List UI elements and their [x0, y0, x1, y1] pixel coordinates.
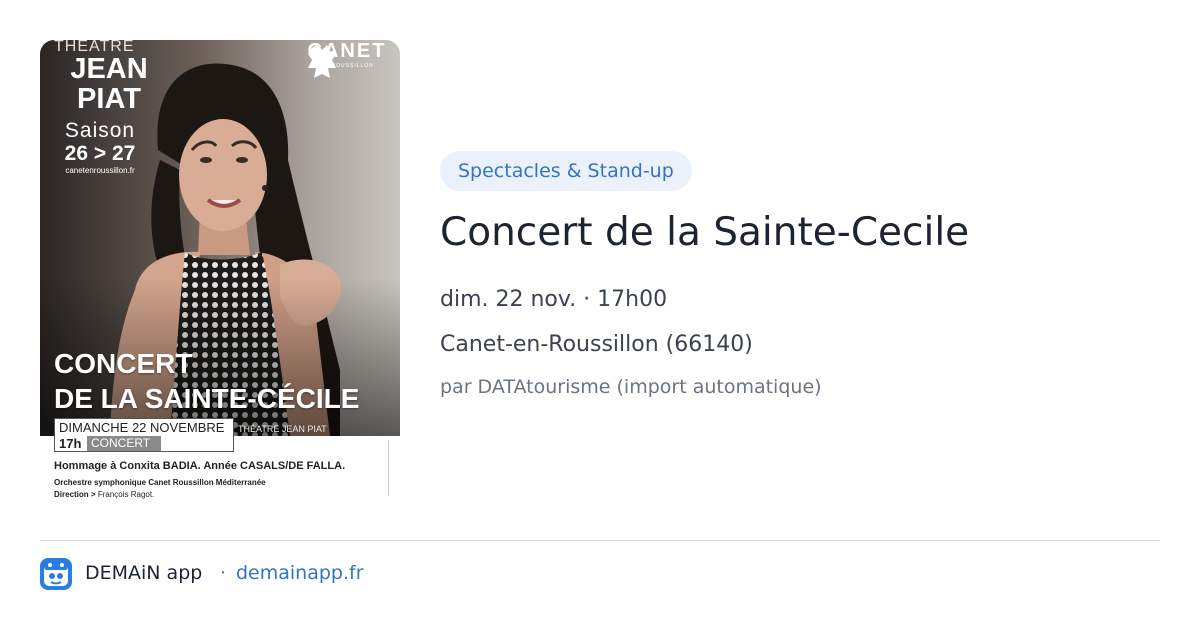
- demain-app-icon: [40, 558, 72, 590]
- poster-concert-tag: CONCERT: [87, 436, 161, 451]
- canet-logo: CANET EN ROUSSILLON: [302, 40, 392, 78]
- footer-separator: ·: [220, 562, 227, 584]
- poster-years: 26 > 27: [64, 142, 136, 165]
- event-title: Concert de la Sainte-Cecile: [440, 210, 970, 255]
- footer-divider: [40, 540, 1160, 541]
- app-logo-icon: [44, 562, 68, 586]
- poster-saison: Saison: [64, 119, 136, 142]
- poster-jean-piat: JEAN PIAT: [70, 53, 148, 115]
- event-datetime: dim. 22 nov. · 17h00: [440, 287, 668, 312]
- poster-direction-name: François Ragot.: [97, 490, 155, 499]
- lion-crest-icon: [308, 44, 336, 78]
- poster-title-line2: DE LA SAINTE-CÉCILE: [54, 383, 360, 414]
- poster-photo: THÉATRE JEAN PIAT Saison 26 > 27 caneten…: [40, 40, 400, 436]
- poster-vertical-rule: [388, 440, 389, 496]
- poster-website: canetenroussillon.fr: [65, 166, 135, 175]
- poster-hour: 17h: [59, 436, 82, 451]
- event-source: par DATAtourisme (import automatique): [440, 376, 822, 398]
- event-location: Canet-en-Roussillon (66140): [440, 332, 753, 357]
- poster-date-box: DIMANCHE 22 NOVEMBRE 17h CONCERT: [54, 418, 234, 452]
- poster-title-line1: CONCERT: [54, 348, 193, 379]
- poster-date: DIMANCHE 22 NOVEMBRE: [59, 420, 225, 435]
- poster-venue: THÉATRE JEAN PIAT: [238, 424, 327, 434]
- event-poster-image[interactable]: THÉATRE JEAN PIAT Saison 26 > 27 caneten…: [40, 40, 400, 500]
- category-badge[interactable]: Spectacles & Stand-up: [440, 151, 692, 191]
- poster-hommage: Hommage à Conxita BADIA. Année CASALS/DE…: [54, 460, 346, 472]
- poster-title: CONCERT DE LA SAINTE-CÉCILE: [54, 346, 359, 416]
- poster-orchestre: Orchestre symphonique Canet Roussillon M…: [54, 478, 266, 487]
- poster-direction: Direction > François Ragot.: [54, 490, 154, 499]
- app-name: DEMAiN app: [85, 562, 203, 584]
- app-website-link[interactable]: demainapp.fr: [236, 562, 364, 584]
- poster-direction-label: Direction >: [54, 490, 96, 499]
